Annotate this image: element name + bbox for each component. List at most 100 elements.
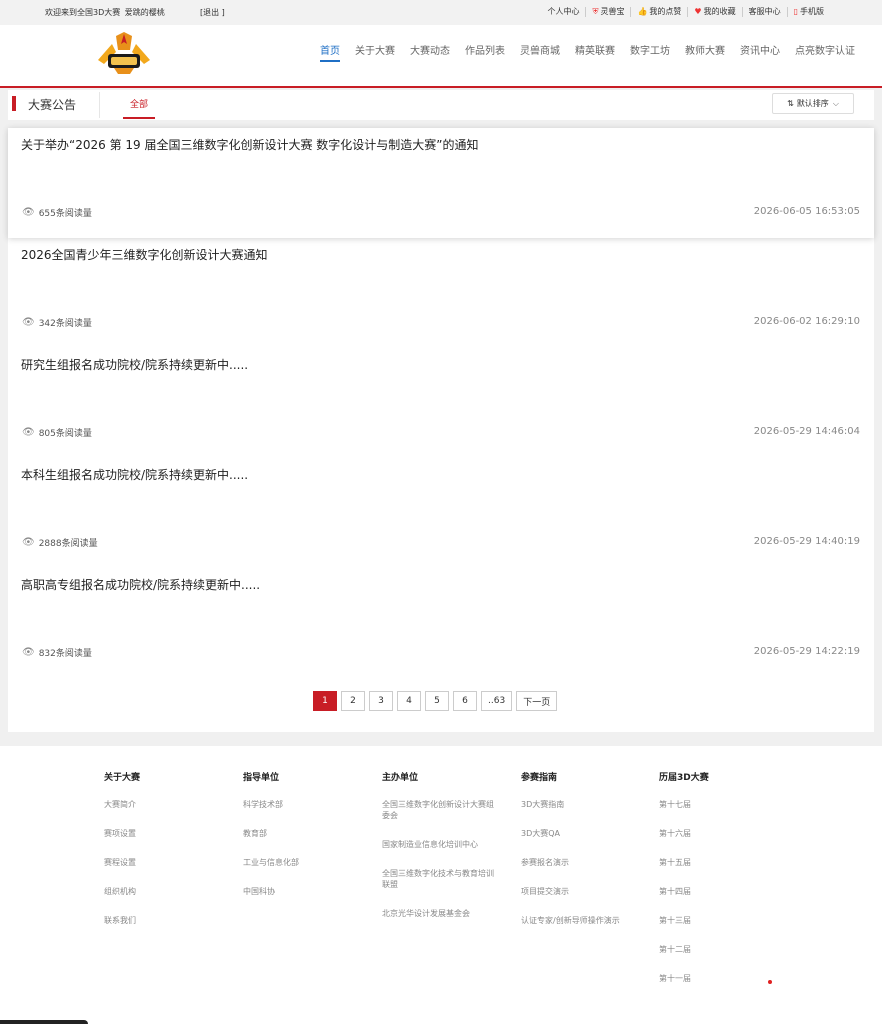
eye-icon: 👁	[22, 537, 35, 548]
footer-link[interactable]: 联系我们	[104, 915, 214, 926]
item-title[interactable]: 2026全国青少年三维数字化创新设计大赛通知	[21, 246, 268, 263]
footer-link[interactable]: 中国科协	[243, 886, 353, 897]
item-views-label: 2888条阅读量	[38, 539, 98, 549]
divider	[99, 92, 100, 118]
page-1-button[interactable]: 1	[313, 691, 337, 711]
footer-link[interactable]: 国家制造业信息化培训中心	[382, 839, 500, 850]
welcome-text: 欢迎来到全国3D大赛 爱跳的樱桃	[45, 7, 165, 18]
footer-link[interactable]: 北京光华设计发展基金会	[382, 908, 500, 919]
site-header: 首页 关于大赛 大赛动态 作品列表 灵兽商城 精英联赛 数字工坊 教师大赛 资讯…	[0, 25, 882, 88]
footer-link[interactable]: 赛项设置	[104, 828, 214, 839]
list-item[interactable]: 关于举办“2026 第 19 届全国三维数字化创新设计大赛 数字化设计与制造大赛…	[8, 128, 874, 238]
item-date: 2026-05-29 14:46:04	[753, 426, 860, 437]
item-views-label: 805条阅读量	[38, 429, 92, 439]
footer-link[interactable]: 大赛简介	[104, 799, 214, 810]
heart-icon: ♥	[694, 7, 702, 16]
username-link[interactable]: 爱跳的樱桃	[125, 8, 165, 17]
eye-icon: 👁	[22, 647, 35, 658]
footer-link[interactable]: 全国三维数字化创新设计大赛组委会	[382, 799, 500, 821]
mobile-version-link[interactable]: ▯ 手机版	[786, 7, 830, 17]
footer-col-history: 历届3D大赛 第十七届 第十六届 第十五届 第十四届 第十三届 第十二届 第十一…	[659, 770, 769, 1002]
footer-link[interactable]: 第十六届	[659, 828, 769, 839]
footer-link[interactable]: 3D大赛指南	[521, 799, 641, 810]
nav-info[interactable]: 资讯中心	[740, 42, 780, 62]
list-item[interactable]: 2026全国青少年三维数字化创新设计大赛通知 👁 342条阅读量 2026-06-…	[8, 238, 874, 348]
mobile-version-label: 手机版	[800, 7, 824, 16]
eye-icon: 👁	[22, 317, 35, 328]
customer-service-link[interactable]: 客服中心	[741, 7, 787, 17]
nav-teacher[interactable]: 教师大赛	[685, 42, 725, 62]
footer-link[interactable]: 科学技术部	[243, 799, 353, 810]
page-5-button[interactable]: 5	[425, 691, 449, 711]
nav-home[interactable]: 首页	[320, 42, 340, 62]
title-accent-bar	[12, 96, 16, 111]
footer-link[interactable]: 项目提交演示	[521, 886, 641, 897]
footer-link[interactable]: 第十三届	[659, 915, 769, 926]
list-item[interactable]: 研究生组报名成功院校/院系持续更新中..... 👁 805条阅读量 2026-05…	[8, 348, 874, 458]
page-6-button[interactable]: 6	[453, 691, 477, 711]
list-item[interactable]: 高职高专组报名成功院校/院系持续更新中..... 👁 832条阅读量 2026-0…	[8, 568, 874, 678]
welcome-label: 欢迎来到全国3D大赛	[45, 8, 121, 17]
footer-col-guide: 参赛指南 3D大赛指南 3D大赛QA 参赛报名演示 项目提交演示 认证专家/创新…	[521, 770, 641, 944]
footer-link[interactable]: 组织机构	[104, 886, 214, 897]
page-last-button[interactable]: ..63	[481, 691, 513, 711]
footer-link[interactable]: 第十五届	[659, 857, 769, 868]
footer-heading: 指导单位	[243, 773, 280, 783]
item-title[interactable]: 本科生组报名成功院校/院系持续更新中.....	[21, 466, 248, 483]
item-title[interactable]: 高职高专组报名成功院校/院系持续更新中.....	[21, 576, 260, 593]
footer-heading: 参赛指南	[521, 773, 558, 783]
tab-all[interactable]: 全部	[123, 94, 156, 119]
notification-dot	[768, 980, 772, 984]
footer-link[interactable]: 赛程设置	[104, 857, 214, 868]
nav-league[interactable]: 精英联赛	[575, 42, 615, 62]
list-item[interactable]: 本科生组报名成功院校/院系持续更新中..... 👁 2888条阅读量 2026-0…	[8, 458, 874, 568]
page-3-button[interactable]: 3	[369, 691, 393, 711]
site-footer: 关于大赛 大赛简介 赛项设置 赛程设置 组织机构 联系我们 指导单位 科学技术部…	[0, 746, 882, 1024]
nav-news[interactable]: 大赛动态	[410, 42, 450, 62]
footer-link[interactable]: 工业与信息化部	[243, 857, 353, 868]
footer-col-guidance: 指导单位 科学技术部 教育部 工业与信息化部 中国科协	[243, 770, 353, 915]
personal-center-label: 个人中心	[547, 7, 580, 16]
footer-link[interactable]: 全国三维数字化技术与教育培训联盟	[382, 868, 500, 890]
my-favorites-link[interactable]: ♥ 我的收藏	[687, 7, 741, 17]
item-views-label: 655条阅读量	[38, 209, 92, 219]
page-4-button[interactable]: 4	[397, 691, 421, 711]
footer-link[interactable]: 3D大赛QA	[521, 828, 641, 839]
nav-cert[interactable]: 点亮数字认证	[795, 42, 855, 62]
next-page-button[interactable]: 下一页	[516, 691, 558, 711]
footer-link[interactable]: 第十七届	[659, 799, 769, 810]
item-views: 👁 805条阅读量	[22, 426, 92, 439]
footer-link[interactable]: 第十二届	[659, 944, 769, 955]
announcement-list: 关于举办“2026 第 19 届全国三维数字化创新设计大赛 数字化设计与制造大赛…	[8, 128, 874, 678]
nav-workshop[interactable]: 数字工坊	[630, 42, 670, 62]
page-2-button[interactable]: 2	[341, 691, 365, 711]
item-title[interactable]: 研究生组报名成功院校/院系持续更新中.....	[21, 356, 248, 373]
footer-link[interactable]: 教育部	[243, 828, 353, 839]
item-title[interactable]: 关于举办“2026 第 19 届全国三维数字化创新设计大赛 数字化设计与制造大赛…	[21, 136, 479, 153]
footer-link[interactable]: 参赛报名演示	[521, 857, 641, 868]
sort-label: 默认排序	[796, 99, 829, 108]
footer-heading: 主办单位	[382, 773, 419, 783]
lingshoubao-link[interactable]: ⛨ 灵兽宝	[585, 7, 630, 17]
logout-link[interactable]: [退出 ]	[200, 7, 225, 18]
nav-works[interactable]: 作品列表	[465, 42, 505, 62]
nav-mall[interactable]: 灵兽商城	[520, 42, 560, 62]
my-likes-label: 我的点赞	[649, 7, 682, 16]
item-views-label: 832条阅读量	[38, 649, 92, 659]
item-views: 👁 655条阅读量	[22, 206, 92, 219]
item-views-label: 342条阅读量	[38, 319, 92, 329]
header-gap	[8, 120, 874, 128]
nav-about[interactable]: 关于大赛	[355, 42, 395, 62]
phone-icon: ▯	[793, 7, 798, 16]
eye-icon: 👁	[22, 207, 35, 218]
my-likes-link[interactable]: 👍 我的点赞	[630, 7, 687, 17]
footer-link[interactable]: 第十一届	[659, 973, 769, 984]
item-views: 👁 832条阅读量	[22, 646, 92, 659]
footer-heading: 历届3D大赛	[659, 773, 709, 783]
site-logo[interactable]	[94, 30, 154, 75]
footer-link[interactable]: 第十四届	[659, 886, 769, 897]
personal-center-link[interactable]: 个人中心	[541, 7, 585, 17]
footer-link[interactable]: 认证专家/创新导师操作演示	[521, 915, 641, 926]
sort-dropdown[interactable]: ⇅ 默认排序 ⌵	[772, 93, 854, 114]
page-title: 大赛公告	[28, 98, 77, 112]
